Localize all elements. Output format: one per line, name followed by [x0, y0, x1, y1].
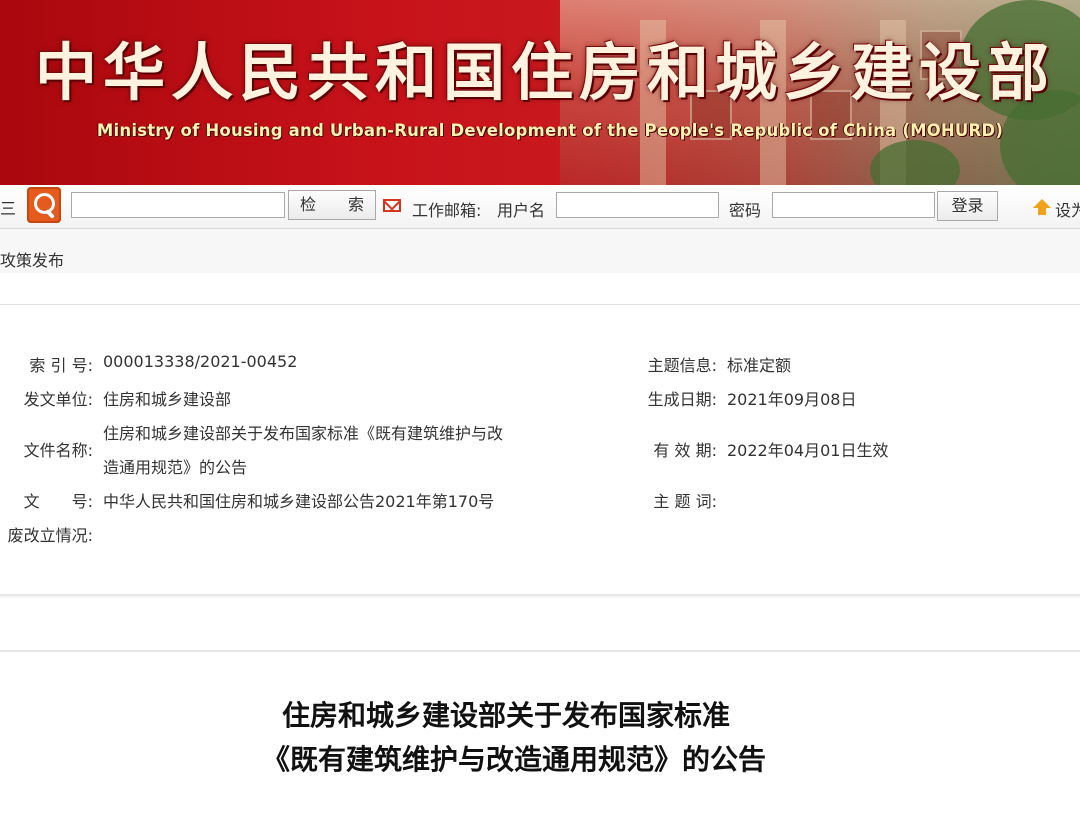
filename-label: 文件名称:	[23, 441, 93, 460]
divider	[0, 594, 1080, 598]
status-label: 废改立情况:	[7, 526, 93, 545]
divider	[0, 650, 1080, 652]
username-label: 用户名	[497, 201, 546, 220]
password-label: 密码	[729, 201, 762, 220]
username-input[interactable]	[556, 192, 719, 218]
article-title-line2: 《既有建筑维护与改造通用规范》的公告	[262, 743, 767, 776]
site-subtitle: Ministry of Housing and Urban-Rural Deve…	[96, 121, 1004, 140]
home-icon[interactable]	[1033, 199, 1051, 215]
filename-line1: 住房和城乡建设部关于发布国家标准《既有建筑维护与改	[103, 424, 504, 443]
search-input[interactable]	[71, 192, 285, 218]
search-icon[interactable]	[27, 187, 61, 223]
docno-label: 文 号:	[23, 492, 93, 511]
index-label: 索 引 号:	[29, 356, 93, 375]
index-value: 000013338/2021-00452	[103, 352, 298, 371]
keywords-label: 主 题 词:	[653, 492, 717, 511]
article-title-line1: 住房和城乡建设部关于发布国家标准	[282, 699, 731, 732]
date-label: 生成日期:	[647, 390, 717, 409]
issuer-value: 住房和城乡建设部	[103, 390, 232, 409]
menu-fragment[interactable]: 三	[0, 195, 16, 219]
topic-value: 标准定额	[727, 356, 792, 375]
issuer-label: 发文单位:	[23, 390, 93, 409]
set-homepage-link[interactable]: 设为	[1055, 197, 1080, 221]
validity-label: 有 效 期:	[653, 441, 717, 460]
topic-label: 主题信息:	[647, 356, 717, 375]
mail-icon	[383, 199, 401, 212]
validity-value: 2022年04月01日生效	[727, 441, 889, 460]
docno-value: 中华人民共和国住房和城乡建设部公告2021年第170号	[103, 492, 495, 511]
document-info-table: 索 引 号: 000013338/2021-00452 主题信息: 标准定额 发…	[0, 305, 1080, 595]
login-button[interactable]: 登录	[937, 191, 998, 221]
mail-label: 工作邮箱:	[412, 201, 482, 220]
site-title: 中华人民共和国住房和城乡建设部	[34, 36, 1055, 109]
date-value: 2021年09月08日	[727, 390, 857, 409]
breadcrumb-item[interactable]: 攻策发布	[0, 247, 64, 271]
filename-line2: 造通用规范》的公告	[103, 458, 248, 477]
password-input[interactable]	[772, 192, 935, 218]
breadcrumb: 攻策发布	[0, 229, 1080, 273]
search-button[interactable]: 检 索	[288, 190, 376, 220]
site-banner: 中华人民共和国住房和城乡建设部 Ministry of Housing and …	[0, 0, 1080, 185]
